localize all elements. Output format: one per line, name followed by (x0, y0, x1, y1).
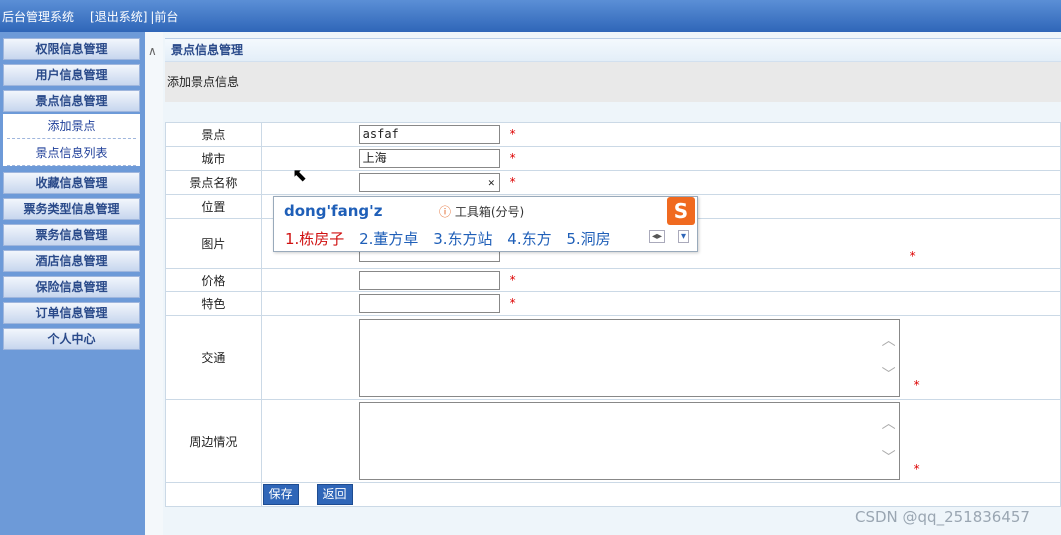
ime-expand-icon[interactable]: ▾ (677, 230, 689, 243)
sogou-logo-icon: S (667, 197, 695, 225)
spot-input[interactable]: asfaf (358, 125, 500, 144)
watermark: CSDN @qq_251836457 (855, 508, 1030, 526)
sidebar-item-hotels[interactable]: 酒店信息管理 (3, 250, 140, 272)
scroll-down-icon[interactable]: ﹀ (882, 364, 896, 384)
scroll-down-icon[interactable]: ﹀ (882, 447, 896, 467)
label-transport: 交通 (165, 315, 262, 400)
required-mark: * (913, 462, 920, 476)
required-mark: * (909, 249, 916, 263)
button-row-spacer (165, 482, 262, 507)
chevron-up-icon[interactable]: ∧ (148, 44, 157, 58)
sidebar-item-insurance[interactable]: 保险信息管理 (3, 276, 140, 298)
label-price: 价格 (165, 268, 262, 292)
ime-candidate[interactable]: 3.东方站 (433, 230, 492, 248)
sidebar-subpanel: 添加景点 景点信息列表 (3, 114, 140, 166)
ime-candidates: 1.栋房子 2.董方卓 3.东方站 4.东方 5.洞房 (285, 228, 621, 249)
required-mark: * (509, 296, 516, 310)
ime-candidate[interactable]: 1.栋房子 (285, 230, 344, 248)
label-city: 城市 (165, 146, 262, 171)
sidebar-item-spots[interactable]: 景点信息管理 (3, 90, 140, 112)
sidebar-item-profile[interactable]: 个人中心 (3, 328, 140, 350)
mouse-cursor-icon: ⬉ (292, 165, 308, 186)
scroll-up-icon[interactable]: ︿ (882, 330, 896, 350)
back-button[interactable]: 返回 (316, 484, 353, 505)
sidebar-item-permissions[interactable]: 权限信息管理 (3, 38, 140, 60)
logout-link[interactable]: [退出系统] (90, 8, 147, 25)
feature-input[interactable] (358, 294, 500, 313)
sidebar-item-orders[interactable]: 订单信息管理 (3, 302, 140, 324)
front-link[interactable]: |前台 (150, 8, 178, 25)
city-input[interactable]: 上海 (358, 149, 500, 168)
label-surroundings: 周边情况 (165, 399, 262, 483)
ime-candidate[interactable]: 2.董方卓 (359, 230, 418, 248)
sidebar-item-users[interactable]: 用户信息管理 (3, 64, 140, 86)
label-spot: 景点 (165, 122, 262, 147)
sidebar-subitem-add-spot[interactable]: 添加景点 (7, 114, 136, 139)
required-mark: * (509, 175, 516, 189)
ime-pinyin: dong'fang'z (284, 202, 383, 220)
section-title: 景点信息管理 (165, 38, 1061, 62)
sidebar-item-favorites[interactable]: 收藏信息管理 (3, 172, 140, 194)
info-icon: ⓘ (439, 205, 452, 219)
sidebar-toggle-strip: ∧ (145, 32, 163, 535)
sidebar: 权限信息管理 用户信息管理 景点信息管理 添加景点 景点信息列表 收藏信息管理 … (0, 32, 145, 535)
scroll-up-icon[interactable]: ︿ (882, 413, 896, 433)
sidebar-item-tickets[interactable]: 票务信息管理 (3, 224, 140, 246)
price-input[interactable] (358, 270, 500, 290)
transport-textarea[interactable]: ︿ ﹀ (358, 318, 900, 397)
label-feature: 特色 (165, 291, 262, 316)
required-mark: * (913, 378, 920, 392)
system-title: 后台管理系统 (2, 9, 75, 24)
ime-page-nav-icon[interactable]: ◂▸ (648, 230, 665, 243)
ime-candidate-window: dong'fang'z ⓘ 工具箱(分号) 1.栋房子 2.董方卓 3.东方站 … (273, 196, 698, 252)
label-image: 图片 (165, 218, 262, 269)
clear-icon[interactable]: ✕ (488, 174, 495, 191)
page-subtitle: 添加景点信息 (165, 62, 1061, 102)
top-bar: 后台管理系统 [退出系统] |前台 (0, 0, 1061, 32)
sidebar-item-ticket-types[interactable]: 票务类型信息管理 (3, 198, 140, 220)
ime-toolbox[interactable]: ⓘ 工具箱(分号) (439, 203, 524, 220)
ime-candidate[interactable]: 5.洞房 (566, 230, 610, 248)
sidebar-subitem-spot-list[interactable]: 景点信息列表 (7, 141, 136, 166)
save-button[interactable]: 保存 (262, 484, 299, 505)
spot-name-input[interactable]: ✕ (358, 173, 500, 192)
required-mark: * (509, 127, 516, 141)
ime-candidate[interactable]: 4.东方 (507, 230, 551, 248)
required-mark: * (509, 151, 516, 165)
required-mark: * (509, 273, 516, 287)
label-spot-name: 景点名称 (165, 170, 262, 195)
ime-toolbox-label: 工具箱(分号) (454, 205, 525, 219)
label-location: 位置 (165, 194, 262, 219)
surroundings-textarea[interactable]: ︿ ﹀ (358, 402, 900, 480)
